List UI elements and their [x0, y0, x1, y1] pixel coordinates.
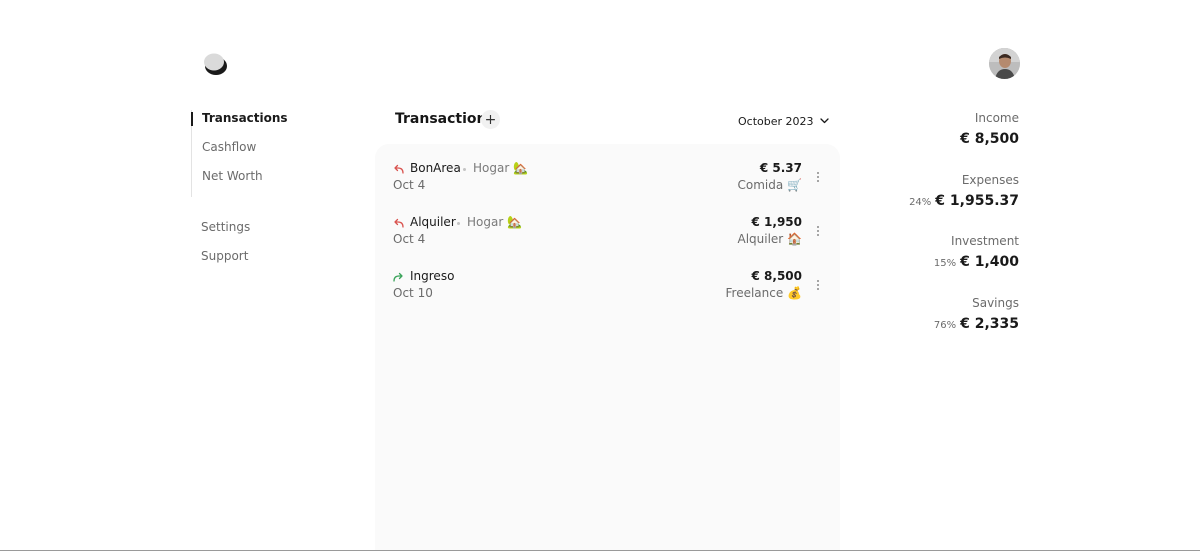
arrow-forward-right-icon: [393, 272, 403, 282]
transaction-date: Oct 4: [393, 232, 426, 246]
arrow-return-left-icon: [394, 164, 404, 174]
sidebar-primary-nav: Transactions Cashflow Net Worth: [191, 110, 341, 197]
sidebar-item-settings[interactable]: Settings: [201, 219, 341, 248]
app-logo-icon[interactable]: [203, 51, 229, 77]
income-label: Income: [974, 111, 1019, 125]
transaction-name: Alquiler: [410, 215, 456, 229]
transaction-row[interactable]: BonArea Hogar 🏡 Oct 4 € 5.37 Comida 🛒: [375, 160, 840, 204]
savings-stat: Savings 76% € 2,335: [819, 295, 1019, 357]
sidebar-item-support[interactable]: Support: [201, 248, 341, 277]
separator-dot: [463, 168, 466, 171]
month-label: October 2023: [738, 114, 814, 128]
transaction-subcategory: Freelance 💰: [725, 286, 803, 300]
arrow-return-left-icon: [394, 218, 404, 228]
sidebar-item-cashflow[interactable]: Cashflow: [202, 139, 341, 168]
expenses-stat: Expenses 24% € 1,955.37: [819, 172, 1019, 234]
transaction-name: Ingreso: [410, 269, 455, 283]
transaction-amount: € 8,500: [751, 269, 802, 283]
transaction-date: Oct 4: [393, 178, 426, 192]
transaction-row[interactable]: Ingreso Oct 10 € 8,500 Freelance 💰: [375, 268, 840, 312]
transactions-panel: BonArea Hogar 🏡 Oct 4 € 5.37 Comida 🛒 Al…: [375, 144, 840, 551]
investment-label: Investment: [951, 234, 1019, 248]
savings-value: € 2,335: [960, 315, 1019, 332]
separator-dot: [457, 222, 460, 225]
transaction-row[interactable]: Alquiler Hogar 🏡 Oct 4 € 1,950 Alquiler …: [375, 214, 840, 258]
savings-percent: 76%: [933, 319, 957, 331]
page-title: Transactions: [395, 111, 495, 127]
investment-stat: Investment 15% € 1,400: [819, 233, 1019, 295]
transaction-amount: € 5.37: [759, 161, 802, 175]
summary-panel: Income € 8,500 Expenses 24% € 1,955.37 In…: [819, 110, 1019, 356]
sidebar-secondary-nav: Settings Support: [191, 219, 341, 277]
transaction-subcategory: Alquiler 🏠: [737, 232, 802, 246]
transaction-subcategory: Comida 🛒: [737, 178, 802, 192]
income-stat: Income € 8,500: [819, 110, 1019, 172]
expenses-value: € 1,955.37: [935, 192, 1019, 209]
expenses-percent: 24%: [909, 196, 932, 208]
transaction-category: Hogar 🏡: [467, 215, 523, 229]
month-selector[interactable]: October 2023: [738, 113, 829, 129]
investment-value: € 1,400: [960, 254, 1019, 270]
expenses-label: Expenses: [961, 172, 1019, 187]
avatar[interactable]: [989, 48, 1020, 79]
add-transaction-button[interactable]: +: [481, 110, 500, 129]
sidebar-item-transactions[interactable]: Transactions: [202, 110, 341, 139]
transaction-amount: € 1,950: [751, 215, 802, 229]
transaction-category: Hogar 🏡: [473, 161, 529, 175]
active-indicator: [191, 112, 193, 126]
transaction-name: BonArea: [410, 161, 461, 175]
sidebar: Transactions Cashflow Net Worth Settings…: [191, 110, 341, 277]
transaction-date: Oct 10: [393, 286, 433, 300]
savings-label: Savings: [972, 295, 1019, 310]
income-value: € 8,500: [960, 131, 1019, 147]
sidebar-item-net-worth[interactable]: Net Worth: [202, 168, 341, 197]
investment-percent: 15%: [933, 258, 957, 269]
